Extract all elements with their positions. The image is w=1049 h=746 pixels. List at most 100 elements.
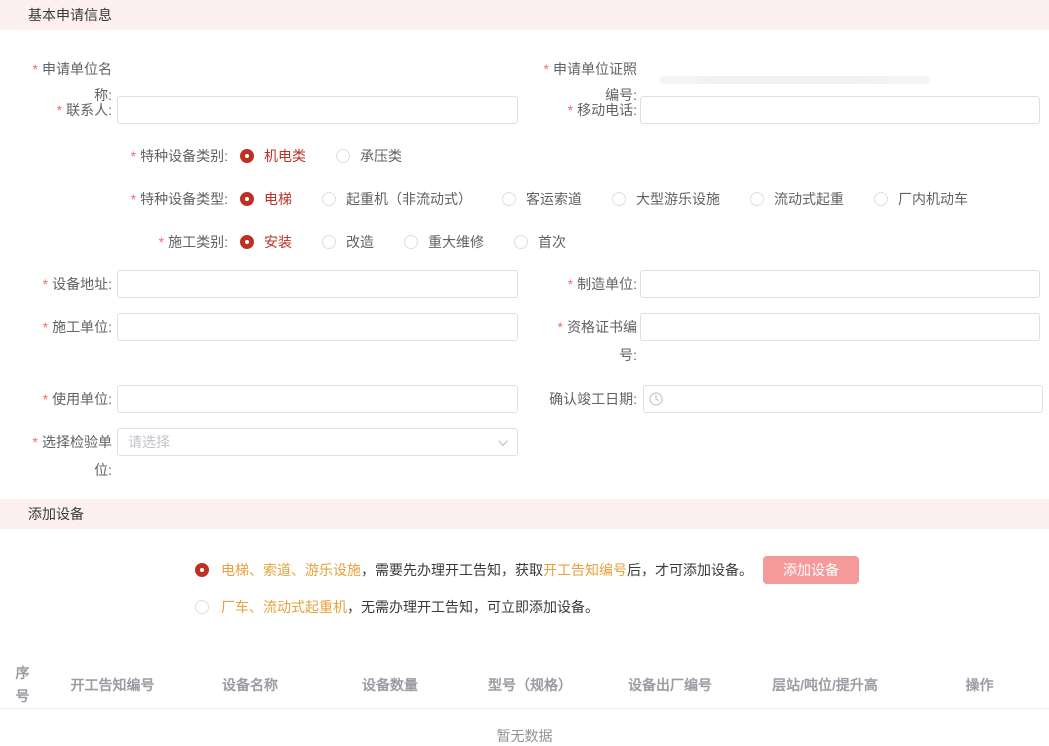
device-category-options: 机电类 承压类 [240, 146, 432, 166]
construction-unit-field: *施工单位: [0, 313, 525, 369]
radio-unselected-icon [612, 192, 626, 206]
notice-elevator-radio[interactable] [195, 563, 209, 577]
manufacturer-label: *制造单位: [525, 270, 637, 298]
col-device-name: 设备名称 [180, 675, 320, 695]
required-marker: * [33, 434, 38, 450]
device-address-label: *设备地址: [0, 270, 112, 298]
required-marker: * [568, 102, 573, 118]
radio-unselected-icon [322, 192, 336, 206]
inspection-unit-field: *选择检验单 位: 请选择 [0, 428, 525, 484]
construction-category-options: 安装 改造 重大维修 首次 [240, 232, 596, 252]
radio-passenger-ropeway[interactable]: 客运索道 [502, 189, 582, 209]
notice-text: ，需要先办理开工告知，获取 [361, 560, 543, 580]
notice-text-highlight: 厂车、流动式起重机 [221, 597, 347, 617]
inspection-unit-select[interactable]: 请选择 [117, 428, 518, 456]
col-model-spec: 型号（规格） [460, 675, 600, 695]
radio-major-repair[interactable]: 重大维修 [404, 232, 484, 252]
required-marker: * [558, 319, 563, 335]
radio-selected-icon [240, 149, 254, 163]
required-marker: * [544, 61, 549, 77]
required-marker: * [33, 61, 38, 77]
contact-field: *联系人: [0, 96, 525, 124]
table-empty-text: 暂无数据 [0, 709, 1049, 746]
section-basic-info-title: 基本申请信息 [28, 7, 112, 23]
device-address-input[interactable] [117, 270, 518, 298]
radio-mobile-crane[interactable]: 流动式起重 [750, 189, 844, 209]
use-unit-input[interactable] [117, 385, 518, 413]
radio-unselected-icon [514, 235, 528, 249]
use-unit-field: *使用单位: [0, 385, 525, 413]
radio-unselected-icon [750, 192, 764, 206]
radio-renovate[interactable]: 改造 [322, 232, 374, 252]
radio-pressure[interactable]: 承压类 [336, 146, 402, 166]
device-type-label: *特种设备类型: [0, 189, 228, 209]
required-marker: * [568, 276, 573, 292]
section-basic-info-header: 基本申请信息 [0, 0, 1049, 30]
required-marker: * [43, 276, 48, 292]
add-device-button[interactable]: 添加设备 [763, 556, 859, 584]
device-table-header: 序号 开工告知编号 设备名称 设备数量 型号（规格） 设备出厂编号 层站/吨位/… [0, 661, 1049, 709]
radio-factory-vehicle[interactable]: 厂内机动车 [874, 189, 968, 209]
notice-text: ，无需办理开工告知，可立即添加设备。 [347, 597, 599, 617]
section-add-device-title: 添加设备 [28, 506, 84, 522]
device-category-row: *特种设备类别: 机电类 承压类 [0, 146, 1049, 166]
form-row-inspection: *选择检验单 位: 请选择 [0, 428, 1049, 484]
col-factory-number: 设备出厂编号 [600, 675, 740, 695]
mobile-field: *移动电话: [525, 96, 1049, 124]
required-marker: * [159, 234, 164, 250]
radio-install[interactable]: 安装 [240, 232, 292, 252]
contact-input[interactable] [117, 96, 518, 124]
application-form-page: 基本申请信息 *申请单位名 称: *申请单位证照 编号: *联系人: *移动电话… [0, 0, 1049, 746]
unit-cert-value [640, 56, 930, 84]
chevron-down-icon [497, 437, 509, 449]
use-unit-label: *使用单位: [0, 385, 112, 413]
radio-unselected-icon [874, 192, 888, 206]
device-type-options: 电梯 起重机（非流动式） 客运索道 大型游乐设施 流动式起重 厂内机动车 [240, 189, 998, 209]
contact-label: *联系人: [0, 96, 112, 124]
notice-vehicle-group: 厂车、流动式起重机，无需办理开工告知，可立即添加设备。 [195, 597, 1049, 617]
notice-text: 后，才可添加设备。 [627, 560, 753, 580]
mobile-input[interactable] [640, 96, 1040, 124]
col-index: 序号 [0, 662, 45, 708]
completion-date-field: 确认竣工日期: [525, 385, 1049, 413]
clock-icon [649, 392, 663, 406]
qualification-cert-input[interactable] [640, 313, 1040, 341]
required-marker: * [43, 391, 48, 407]
required-marker: * [131, 191, 136, 207]
form-row-address: *设备地址: *制造单位: [0, 270, 1049, 298]
col-floors-tonnage-lift: 层站/吨位/提升高 [740, 675, 910, 695]
qualification-cert-field: *资格证书编 号: [525, 313, 1049, 369]
form-row-contact: *联系人: *移动电话: [0, 96, 1049, 124]
construction-category-row: *施工类别: 安装 改造 重大维修 首次 [0, 232, 1049, 252]
redacted-cert-number [660, 76, 930, 84]
manufacturer-field: *制造单位: [525, 270, 1049, 298]
radio-unselected-icon [322, 235, 336, 249]
construction-unit-input[interactable] [117, 313, 518, 341]
radio-electromechanical[interactable]: 机电类 [240, 146, 306, 166]
select-placeholder: 请选择 [128, 432, 170, 452]
inspection-unit-label: *选择检验单 位: [0, 428, 112, 484]
completion-date-label: 确认竣工日期: [525, 385, 637, 413]
spacer [525, 428, 1049, 484]
notice-vehicle-radio[interactable] [195, 600, 209, 614]
radio-first-time[interactable]: 首次 [514, 232, 566, 252]
notice-text-highlight: 开工告知编号 [543, 560, 627, 580]
section-add-device-header: 添加设备 [0, 499, 1049, 529]
device-address-field: *设备地址: [0, 270, 525, 298]
radio-elevator[interactable]: 电梯 [240, 189, 292, 209]
col-notice-number: 开工告知编号 [45, 675, 180, 695]
radio-crane-fixed[interactable]: 起重机（非流动式） [322, 189, 472, 209]
qualification-cert-label: *资格证书编 号: [525, 313, 637, 369]
radio-amusement-rides[interactable]: 大型游乐设施 [612, 189, 720, 209]
completion-date-input[interactable] [643, 385, 1043, 413]
col-device-quantity: 设备数量 [320, 675, 460, 695]
col-actions: 操作 [910, 675, 1049, 695]
radio-selected-icon [240, 235, 254, 249]
required-marker: * [131, 148, 136, 164]
device-type-row: *特种设备类型: 电梯 起重机（非流动式） 客运索道 大型游乐设施 流动式起重 … [0, 189, 1049, 209]
form-row-construction: *施工单位: *资格证书编 号: [0, 313, 1049, 369]
mobile-label: *移动电话: [525, 96, 637, 124]
manufacturer-input[interactable] [640, 270, 1040, 298]
completion-date-picker[interactable] [640, 385, 1043, 413]
radio-unselected-icon [336, 149, 350, 163]
